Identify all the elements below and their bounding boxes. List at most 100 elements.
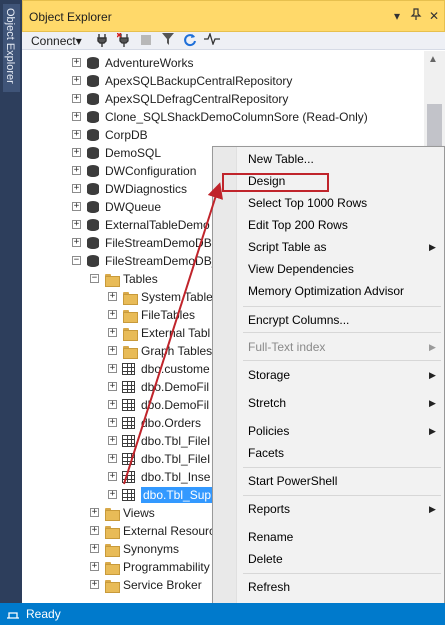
pin-icon[interactable] (408, 8, 424, 24)
stop-icon[interactable] (138, 33, 154, 49)
submenu-arrow-icon: ▶ (429, 370, 436, 380)
collapse-icon[interactable]: − (72, 256, 81, 265)
tree-node-label: dbo.Tbl_Inse (141, 470, 211, 484)
menu-item-memory-optimization-advisor[interactable]: Memory Optimization Advisor (248, 284, 404, 298)
expand-icon[interactable]: + (90, 544, 99, 553)
expand-icon[interactable]: + (108, 436, 117, 445)
side-strip: Object Explorer (0, 0, 22, 603)
folder-icon (122, 326, 138, 341)
tree-node-label: ExternalTableDemo (105, 218, 210, 232)
menu-item-refresh[interactable]: Refresh (248, 580, 290, 594)
expand-icon[interactable]: + (108, 400, 117, 409)
expand-icon[interactable]: + (72, 94, 81, 103)
tree-node-label: dbo.Tbl_FileI (141, 434, 211, 448)
tree-node-label: External Resourc (123, 524, 216, 538)
expand-icon[interactable]: + (108, 418, 117, 427)
menu-item-view-dependencies[interactable]: View Dependencies (248, 262, 354, 276)
expand-icon[interactable]: + (90, 508, 99, 517)
design-highlight-box (222, 173, 329, 192)
expand-icon[interactable]: + (108, 490, 117, 499)
menu-item-delete[interactable]: Delete (248, 552, 283, 566)
tree-node[interactable]: + CorpDB (22, 126, 424, 144)
expand-icon[interactable]: + (72, 130, 81, 139)
explorer-toolbar: Connect▾ (22, 32, 445, 50)
tree-node[interactable]: + ApexSQLBackupCentralRepository (22, 72, 424, 90)
disconnect-icon[interactable] (116, 32, 132, 49)
menu-item-reports[interactable]: Reports (248, 502, 290, 516)
filter-icon[interactable] (160, 33, 176, 49)
submenu-arrow-icon: ▶ (429, 504, 436, 514)
folder-icon (104, 272, 120, 287)
expand-icon[interactable]: + (72, 76, 81, 85)
tree-node-label: Tables (123, 272, 158, 286)
expand-icon[interactable]: + (108, 472, 117, 481)
tree-node-label: DWConfiguration (105, 164, 197, 178)
expand-icon[interactable]: + (108, 346, 117, 355)
window-menu-dropdown-icon[interactable]: ▾ (389, 8, 405, 24)
tree-node-label: ApexSQLDefragCentralRepository (105, 92, 289, 106)
menu-item-encrypt-columns[interactable]: Encrypt Columns... (248, 313, 349, 327)
tree-node[interactable]: + ApexSQLDefragCentralRepository (22, 90, 424, 108)
tree-node-label: dbo.custome (141, 362, 210, 376)
activity-monitor-icon[interactable] (204, 32, 220, 49)
refresh-icon[interactable] (182, 33, 198, 49)
tree-node-label: Graph Tables (141, 344, 213, 358)
expand-icon[interactable]: + (72, 112, 81, 121)
context-menu: New Table... Design Select Top 1000 Rows Ed… (212, 146, 445, 625)
expand-icon[interactable]: + (108, 382, 117, 391)
expand-icon[interactable]: + (72, 220, 81, 229)
menu-item-select-top-1000-rows[interactable]: Select Top 1000 Rows (248, 196, 367, 210)
connect-plug-icon[interactable] (94, 33, 110, 49)
database-icon (86, 92, 100, 106)
panel-title-bar: Object Explorer ▾ ✕ (22, 0, 445, 32)
expand-icon[interactable]: + (90, 580, 99, 589)
expand-icon[interactable]: + (108, 328, 117, 337)
tree-node-label: Views (123, 506, 155, 520)
menu-item-start-powershell[interactable]: Start PowerShell (248, 474, 337, 488)
tree-node-label: dbo.Tbl_FileI (141, 452, 211, 466)
menu-item-edit-top-200-rows[interactable]: Edit Top 200 Rows (248, 218, 348, 232)
tree-node[interactable]: + Clone_SQLShackDemoColumnSore (Read-Only… (22, 108, 424, 126)
menu-icon-gutter (213, 147, 237, 624)
database-icon (86, 128, 100, 142)
expand-icon[interactable]: + (72, 238, 81, 247)
tree-node-label: AdventureWorks (105, 56, 194, 70)
expand-icon[interactable]: + (108, 364, 117, 373)
menu-item-new-table[interactable]: New Table... (248, 152, 314, 166)
object-explorer-side-tab[interactable]: Object Explorer (3, 4, 20, 92)
status-icon (6, 607, 20, 621)
menu-item-script-table-as[interactable]: Script Table as (248, 240, 327, 254)
expand-icon[interactable]: + (90, 526, 99, 535)
tree-node-label: dbo.Tbl_Sup (141, 487, 214, 503)
folder-icon (104, 506, 120, 521)
tree-node-label: FileStreamDemoDB (105, 236, 212, 250)
side-tab-label: Object Explorer (4, 8, 16, 84)
expand-icon[interactable]: + (72, 184, 81, 193)
menu-item-rename[interactable]: Rename (248, 530, 293, 544)
menu-item-policies[interactable]: Policies (248, 424, 289, 438)
expand-icon[interactable]: + (72, 58, 81, 67)
scroll-up-icon[interactable]: ▲ (428, 54, 438, 65)
expand-icon[interactable]: + (90, 562, 99, 571)
tree-node[interactable]: + AdventureWorks (22, 54, 424, 72)
expand-icon[interactable]: + (108, 292, 117, 301)
tree-node-label: dbo.DemoFil (141, 380, 210, 394)
menu-item-storage[interactable]: Storage (248, 368, 290, 382)
menu-separator (243, 332, 441, 333)
connect-button[interactable]: Connect▾ (31, 32, 82, 50)
collapse-icon[interactable]: − (90, 274, 99, 283)
expand-icon[interactable]: + (72, 148, 81, 157)
folder-icon (104, 578, 120, 593)
close-icon[interactable]: ✕ (426, 8, 442, 24)
database-icon (86, 200, 100, 214)
database-icon (86, 146, 100, 160)
submenu-arrow-icon: ▶ (429, 242, 436, 252)
expand-icon[interactable]: + (108, 454, 117, 463)
database-icon (86, 182, 100, 196)
expand-icon[interactable]: + (72, 202, 81, 211)
chevron-down-icon: ▾ (75, 34, 82, 48)
menu-item-stretch[interactable]: Stretch (248, 396, 286, 410)
expand-icon[interactable]: + (108, 310, 117, 319)
menu-item-facets[interactable]: Facets (248, 446, 284, 460)
expand-icon[interactable]: + (72, 166, 81, 175)
